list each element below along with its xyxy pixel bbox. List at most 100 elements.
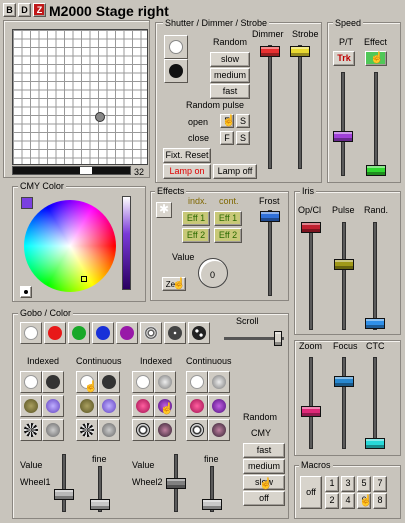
wheel2-cont-grey-icon[interactable] — [208, 371, 230, 393]
wheel1-cont-star-icon[interactable] — [76, 419, 98, 441]
iris-pulse-knob[interactable] — [334, 259, 354, 270]
iris-rand-track[interactable] — [373, 222, 377, 330]
wheel1-gobo-grey-icon[interactable] — [42, 419, 64, 441]
cmy-brightness-bar[interactable] — [122, 196, 131, 290]
eff2-indexed-button[interactable]: Eff 2 — [182, 228, 210, 243]
macro-5-button[interactable]: 5 — [357, 476, 371, 492]
gobo-medium-button[interactable]: medium — [243, 459, 285, 474]
wheel2-cont-ring-icon[interactable] — [186, 419, 208, 441]
iris-rand-knob[interactable] — [365, 318, 385, 329]
wheel1-gobo-olive-icon[interactable] — [20, 395, 42, 417]
iris-opcl-knob[interactable] — [301, 222, 321, 233]
lamp-off-button[interactable]: Lamp off — [213, 164, 257, 179]
shutter-fast-button[interactable]: fast — [210, 84, 250, 99]
wheel1-cont-black-icon[interactable] — [98, 371, 120, 393]
color-blue-icon[interactable] — [92, 322, 114, 344]
lamp-on-button[interactable]: Lamp on — [163, 164, 211, 179]
gobo-fast-button[interactable]: fast — [243, 443, 285, 458]
shutter-medium-button[interactable]: medium — [210, 68, 250, 83]
pulse-open-s-button[interactable]: S — [236, 114, 250, 128]
hand-cursor-icon: ☝ — [259, 478, 273, 490]
wheel2-cont-dark-icon[interactable] — [208, 419, 230, 441]
wheel2-gobo-ring-icon[interactable] — [132, 419, 154, 441]
iris-pulse-track[interactable] — [342, 222, 346, 330]
pantilt-bar[interactable] — [12, 166, 131, 175]
color-green-icon[interactable] — [68, 322, 90, 344]
color-white-icon[interactable] — [20, 322, 42, 344]
gobo-dots-icon[interactable] — [164, 322, 186, 344]
pulse-close-s-button[interactable]: S — [236, 131, 250, 145]
track-button[interactable]: Trk — [333, 51, 355, 66]
shutter-open-icon[interactable] — [164, 35, 188, 59]
macro-7-button[interactable]: 7 — [373, 476, 387, 492]
pantilt-grid[interactable] — [12, 29, 148, 165]
eff1-indexed-button[interactable]: Eff 1 — [182, 211, 210, 226]
wheel1-gobo-blue-icon[interactable] — [42, 395, 64, 417]
macro-2-button[interactable]: 2 — [325, 493, 339, 509]
gobo-off-button[interactable]: off — [243, 491, 285, 506]
macro-4-button[interactable]: 4 — [341, 493, 355, 509]
pantilt-position-dot[interactable] — [95, 112, 105, 122]
ctc-knob[interactable] — [365, 438, 385, 449]
color-red-icon[interactable] — [44, 322, 66, 344]
speed-pt-track[interactable] — [341, 72, 345, 176]
wheel2-cont-purple-icon[interactable] — [208, 395, 230, 417]
wheel2-cont-pink-icon[interactable] — [186, 395, 208, 417]
wheel1-cont-grey-icon[interactable] — [98, 419, 120, 441]
macros-off-button[interactable]: off — [300, 476, 322, 509]
speed-effect-knob[interactable] — [366, 165, 386, 176]
ctc-track[interactable] — [373, 357, 377, 449]
wheel1-cont-blue-icon[interactable] — [98, 395, 120, 417]
color-wheel[interactable] — [24, 200, 116, 292]
iris-opcl-track[interactable] — [309, 222, 313, 330]
wheel1-value-track[interactable] — [62, 454, 66, 512]
color-purple-icon[interactable] — [116, 322, 138, 344]
eff1-continuous-button[interactable]: Eff 1 — [214, 211, 242, 226]
z-button[interactable]: Z — [33, 3, 46, 17]
wheel2-gobo-pink-icon[interactable] — [132, 395, 154, 417]
wheel2-value-knob[interactable] — [166, 478, 186, 489]
dimmer-track[interactable] — [268, 45, 272, 169]
scroll-slider-knob[interactable] — [274, 331, 282, 346]
zoom-knob[interactable] — [301, 406, 321, 417]
pulse-close-f-button[interactable]: F — [220, 131, 234, 145]
d-button[interactable]: D — [18, 3, 31, 17]
shutter-closed-icon[interactable] — [164, 59, 188, 83]
eff2-continuous-button[interactable]: Eff 2 — [214, 228, 242, 243]
cmy-reset-icon[interactable] — [20, 286, 32, 298]
pantilt-bar-marker — [80, 167, 92, 174]
shutter-slow-button[interactable]: slow — [210, 52, 250, 67]
zoom-track[interactable] — [309, 357, 313, 449]
wheel1-open-icon[interactable] — [20, 371, 42, 393]
wheel1-gobo-star-icon[interactable] — [20, 419, 42, 441]
focus-knob[interactable] — [334, 376, 354, 387]
effects-star-icon[interactable]: ✱ — [156, 202, 172, 218]
wheel1-value-knob[interactable] — [54, 489, 74, 500]
strobe-knob[interactable] — [290, 46, 310, 57]
ctc-label: CTC — [366, 341, 385, 351]
gobo-rings-icon[interactable] — [140, 322, 162, 344]
macro-3-button[interactable]: 3 — [341, 476, 355, 492]
wheel1-cont-olive-icon[interactable] — [76, 395, 98, 417]
wheel2-fine-knob[interactable] — [202, 499, 222, 510]
frost-track[interactable] — [268, 210, 272, 296]
macro-8-button[interactable]: 8 — [373, 493, 387, 509]
color-wheel-marker[interactable] — [81, 276, 87, 282]
speed-effect-track[interactable] — [374, 72, 378, 176]
b-button[interactable]: B — [3, 3, 16, 17]
dimmer-knob[interactable] — [260, 46, 280, 57]
wheel2-open-icon[interactable] — [132, 371, 154, 393]
wheel2-gobo-grey-icon[interactable] — [154, 371, 176, 393]
fixture-reset-button[interactable]: Fixt. Reset — [163, 148, 211, 163]
wheel1-fine-knob[interactable] — [90, 499, 110, 510]
focus-track[interactable] — [342, 357, 346, 449]
gobo-circles-icon[interactable] — [188, 322, 210, 344]
strobe-track[interactable] — [298, 45, 302, 169]
wheel2-cont-white-icon[interactable] — [186, 371, 208, 393]
macro-1-button[interactable]: 1 — [325, 476, 339, 492]
wheel2-gobo-dark-icon[interactable] — [154, 419, 176, 441]
speed-pt-knob[interactable] — [333, 131, 353, 142]
wheel1-open-cont-icon[interactable] — [42, 371, 64, 393]
frost-knob[interactable] — [260, 211, 280, 222]
gobo-random-label: Random — [243, 412, 278, 422]
